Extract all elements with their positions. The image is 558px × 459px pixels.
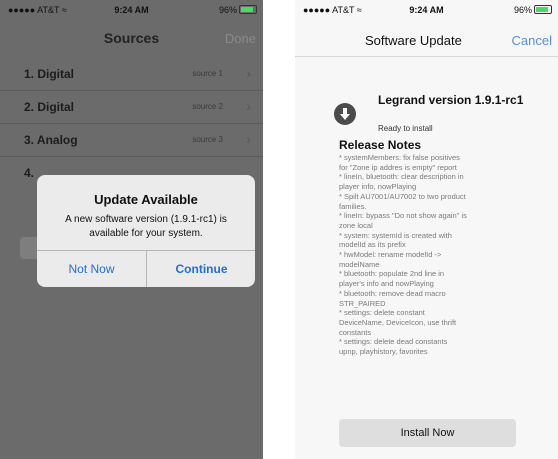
source-id: source 3 (192, 135, 223, 144)
install-now-button[interactable]: Install Now (339, 419, 516, 447)
page-title: Software Update (365, 33, 462, 48)
nav-bar: Software Update Cancel (295, 22, 558, 57)
release-note-line: * lineIn, bluetooth: clear description i… (339, 172, 464, 182)
cancel-button[interactable]: Cancel (512, 33, 552, 48)
alert-title: Update Available (94, 192, 198, 207)
release-note-line: * system: systemId is created with (339, 230, 452, 240)
chevron-right-icon: › (246, 98, 251, 114)
source-id: source 1 (192, 69, 223, 78)
alert-message: A new software version (1.9.1-rc1) is av… (65, 214, 227, 239)
release-note-line: upnp, playhistory, favorites (339, 347, 428, 357)
release-note-line: * lineIn: bypass "Do not show again" is (339, 211, 467, 221)
release-note-line: * settings: delete constant (339, 308, 425, 318)
release-note-line: * systemMembers: fix false positives (339, 153, 460, 162)
source-name: 2. Digital (24, 100, 75, 114)
install-status: Ready to install (378, 124, 433, 133)
battery-indicator: 96% (219, 5, 257, 15)
release-notes-text: * systemMembers: fix false positives for … (339, 153, 519, 357)
release-note-line: * hwModel: rename modelId -> (339, 250, 442, 260)
software-update-screen: ●●●●● AT&T ≈ 9:24 AM 96% Software Update… (295, 0, 558, 459)
continue-button[interactable]: Continue (147, 251, 255, 287)
battery-icon (534, 5, 552, 14)
sources-list: 1. Digital source 1 › 2. Digital source … (0, 58, 263, 189)
sources-screen: ●●●●● AT&T ≈ 9:24 AM 96% Sources Done 1.… (0, 0, 263, 459)
release-note-line: * Spilt AU7001/AU7002 to two product (339, 191, 466, 201)
release-note-line: DeviceName, DeviceIcon, use thrift (339, 317, 457, 327)
chevron-right-icon: › (246, 65, 251, 81)
release-note-line: modelName (339, 259, 380, 269)
release-note-line: constants (339, 327, 372, 337)
source-name: 4. (24, 166, 35, 180)
not-now-button[interactable]: Not Now (37, 251, 146, 287)
release-note-line: modelId as its prefix (339, 240, 406, 250)
done-button[interactable]: Done (225, 31, 256, 46)
app-version-title: Legrand version 1.9.1-rc1 (378, 93, 524, 107)
release-note-line: player's info and nowPlaying (339, 279, 434, 289)
nav-bar: Sources Done (0, 22, 263, 52)
update-alert: Update Available A new software version … (37, 175, 255, 287)
list-item[interactable]: 3. Analog source 3 › (0, 124, 263, 157)
battery-icon (239, 5, 257, 14)
source-id: source 2 (192, 102, 223, 111)
source-name: 1. Digital (24, 67, 75, 81)
battery-indicator: 96% (514, 5, 552, 15)
release-notes-heading: Release Notes (339, 138, 422, 152)
list-item[interactable]: 1. Digital source 1 › (0, 58, 263, 91)
list-item[interactable]: 2. Digital source 2 › (0, 91, 263, 124)
release-note-line: zone local (339, 220, 373, 230)
release-note-line: * bluetooth: populate 2nd line in (339, 269, 445, 279)
release-note-line: * bluetooth: remove dead macro (339, 288, 446, 298)
status-bar: ●●●●● AT&T ≈ 9:24 AM 96% (0, 0, 263, 20)
download-arrow-icon (334, 103, 356, 125)
release-note-line: families. (339, 201, 367, 211)
source-name: 3. Analog (24, 133, 78, 147)
release-note-line: for "Zone ip addres is empty" report (339, 162, 457, 172)
release-note-line: * settings: delete dead constants (339, 337, 448, 347)
status-bar: ●●●●● AT&T ≈ 9:24 AM 96% (295, 0, 558, 20)
page-title: Sources (103, 30, 160, 46)
chevron-right-icon: › (246, 131, 251, 147)
release-note-line: STR_PAIRED (339, 298, 386, 308)
release-note-line: player info, nowPlaying (339, 182, 417, 192)
